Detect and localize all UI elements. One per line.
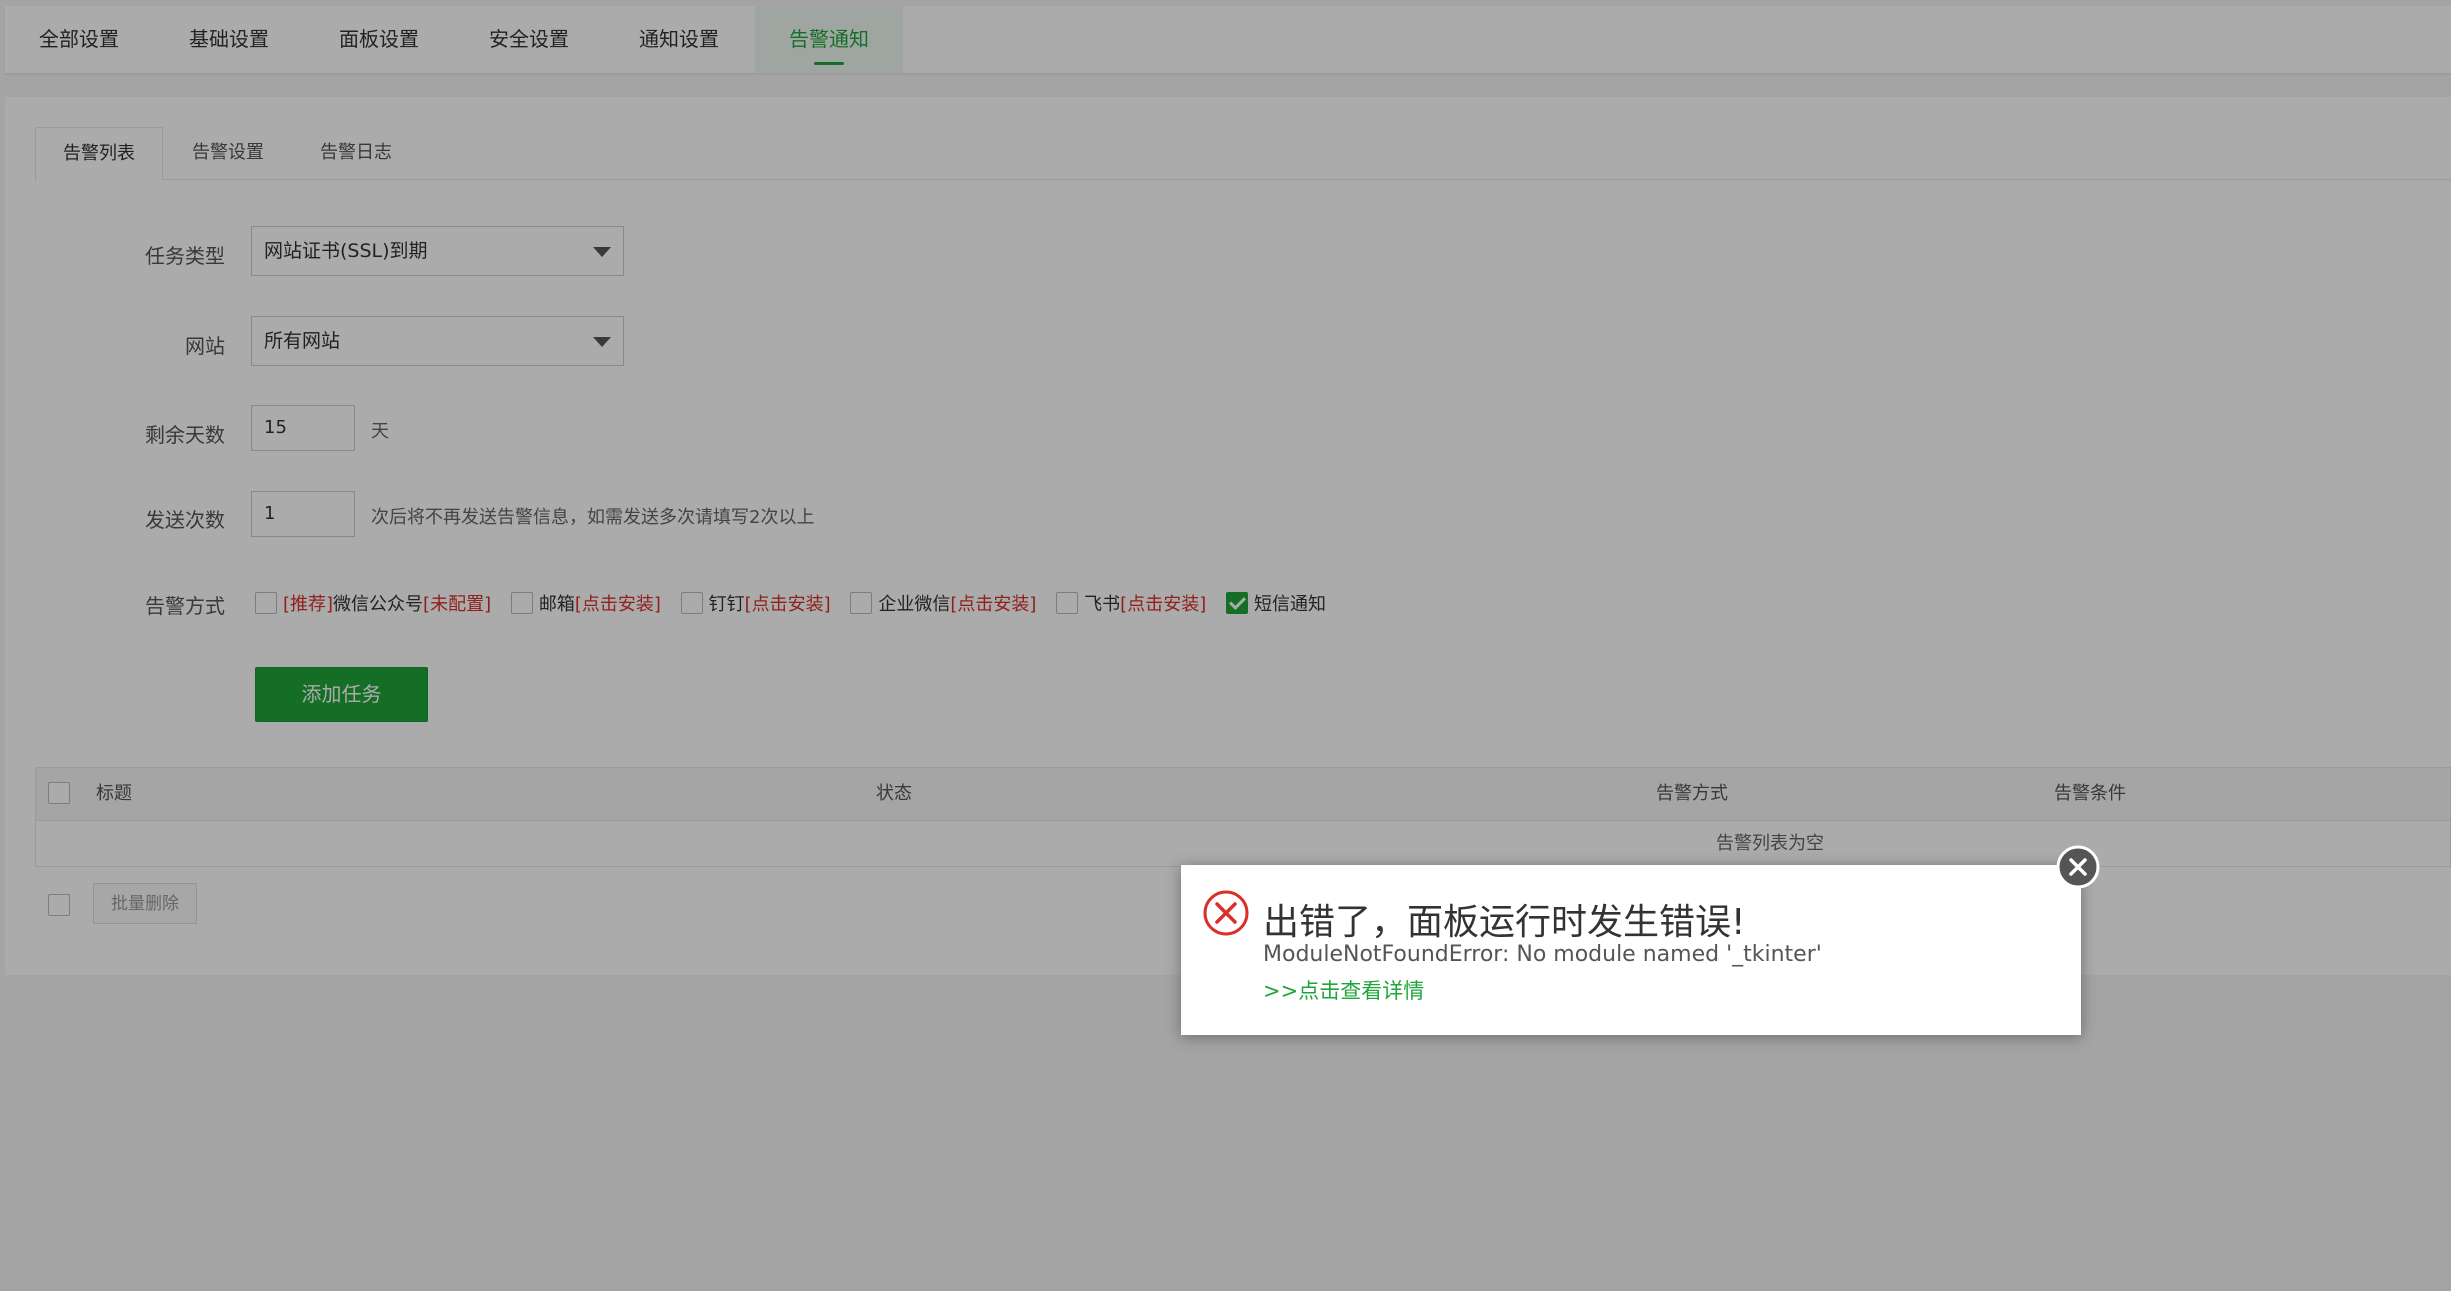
close-icon[interactable] (2056, 845, 2100, 889)
dialog-title: 出错了，面板运行时发生错误! (1263, 902, 1746, 943)
dialog-message: ModuleNotFoundError: No module named '_t… (1263, 942, 1822, 967)
error-icon (1203, 890, 1249, 936)
error-dialog: 出错了，面板运行时发生错误! ModuleNotFoundError: No m… (1181, 845, 2100, 1035)
modal-overlay[interactable] (0, 0, 2451, 1291)
details-link[interactable]: >>点击查看详情 (1263, 975, 1424, 1005)
app-window: 全部设置 基础设置 面板设置 安全设置 通知设置 告警通知 告警列表 告警设置 … (0, 0, 2451, 1291)
